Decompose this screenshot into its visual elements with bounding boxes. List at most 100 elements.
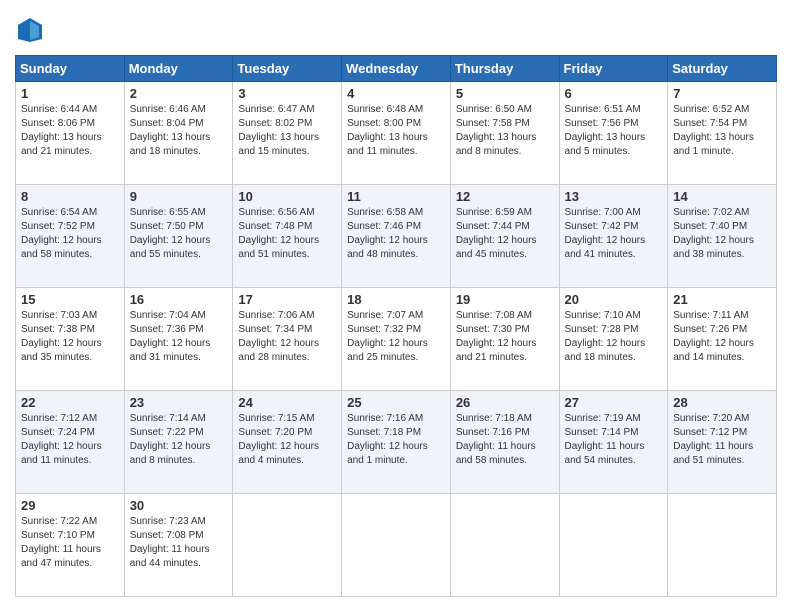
day-cell: 8 Sunrise: 6:54 AM Sunset: 7:52 PM Daylig… bbox=[16, 185, 125, 288]
day-info: Sunrise: 7:08 AM Sunset: 7:30 PM Dayligh… bbox=[456, 309, 554, 365]
day-cell bbox=[450, 494, 559, 597]
week-row-5: 29 Sunrise: 7:22 AM Sunset: 7:10 PM Dayli… bbox=[16, 494, 777, 597]
day-number: 8 bbox=[21, 189, 119, 204]
day-info: Sunrise: 6:55 AM Sunset: 7:50 PM Dayligh… bbox=[130, 206, 228, 262]
day-info: Sunrise: 7:19 AM Sunset: 7:14 PM Dayligh… bbox=[565, 412, 663, 468]
week-row-3: 15 Sunrise: 7:03 AM Sunset: 7:38 PM Dayli… bbox=[16, 288, 777, 391]
day-info: Sunrise: 7:10 AM Sunset: 7:28 PM Dayligh… bbox=[565, 309, 663, 365]
day-info: Sunrise: 7:23 AM Sunset: 7:08 PM Dayligh… bbox=[130, 515, 228, 571]
day-number: 7 bbox=[673, 86, 771, 101]
day-info: Sunrise: 7:00 AM Sunset: 7:42 PM Dayligh… bbox=[565, 206, 663, 262]
day-cell: 15 Sunrise: 7:03 AM Sunset: 7:38 PM Dayli… bbox=[16, 288, 125, 391]
day-number: 20 bbox=[565, 292, 663, 307]
week-row-4: 22 Sunrise: 7:12 AM Sunset: 7:24 PM Dayli… bbox=[16, 391, 777, 494]
day-cell: 20 Sunrise: 7:10 AM Sunset: 7:28 PM Dayli… bbox=[559, 288, 668, 391]
day-cell: 18 Sunrise: 7:07 AM Sunset: 7:32 PM Dayli… bbox=[342, 288, 451, 391]
day-number: 13 bbox=[565, 189, 663, 204]
day-cell: 19 Sunrise: 7:08 AM Sunset: 7:30 PM Dayli… bbox=[450, 288, 559, 391]
day-number: 17 bbox=[238, 292, 336, 307]
day-info: Sunrise: 7:15 AM Sunset: 7:20 PM Dayligh… bbox=[238, 412, 336, 468]
day-number: 4 bbox=[347, 86, 445, 101]
day-number: 11 bbox=[347, 189, 445, 204]
day-cell: 23 Sunrise: 7:14 AM Sunset: 7:22 PM Dayli… bbox=[124, 391, 233, 494]
day-info: Sunrise: 7:07 AM Sunset: 7:32 PM Dayligh… bbox=[347, 309, 445, 365]
weekday-header-thursday: Thursday bbox=[450, 56, 559, 82]
weekday-header-sunday: Sunday bbox=[16, 56, 125, 82]
day-cell: 9 Sunrise: 6:55 AM Sunset: 7:50 PM Daylig… bbox=[124, 185, 233, 288]
weekday-header-friday: Friday bbox=[559, 56, 668, 82]
day-cell: 14 Sunrise: 7:02 AM Sunset: 7:40 PM Dayli… bbox=[668, 185, 777, 288]
day-number: 14 bbox=[673, 189, 771, 204]
day-cell: 1Sunrise: 6:44 AM Sunset: 8:06 PM Daylig… bbox=[16, 82, 125, 185]
day-number: 18 bbox=[347, 292, 445, 307]
day-info: Sunrise: 7:11 AM Sunset: 7:26 PM Dayligh… bbox=[673, 309, 771, 365]
day-cell: 3 Sunrise: 6:47 AM Sunset: 8:02 PM Daylig… bbox=[233, 82, 342, 185]
day-cell: 7 Sunrise: 6:52 AM Sunset: 7:54 PM Daylig… bbox=[668, 82, 777, 185]
day-info: Sunrise: 7:18 AM Sunset: 7:16 PM Dayligh… bbox=[456, 412, 554, 468]
day-number: 9 bbox=[130, 189, 228, 204]
day-number: 3 bbox=[238, 86, 336, 101]
page: SundayMondayTuesdayWednesdayThursdayFrid… bbox=[0, 0, 792, 612]
day-cell: 5 Sunrise: 6:50 AM Sunset: 7:58 PM Daylig… bbox=[450, 82, 559, 185]
day-cell: 25Sunrise: 7:16 AM Sunset: 7:18 PM Dayli… bbox=[342, 391, 451, 494]
day-number: 26 bbox=[456, 395, 554, 410]
weekday-header-wednesday: Wednesday bbox=[342, 56, 451, 82]
day-number: 25 bbox=[347, 395, 445, 410]
day-cell: 26 Sunrise: 7:18 AM Sunset: 7:16 PM Dayli… bbox=[450, 391, 559, 494]
logo bbox=[15, 15, 49, 45]
day-info: Sunrise: 6:58 AM Sunset: 7:46 PM Dayligh… bbox=[347, 206, 445, 262]
weekday-header-tuesday: Tuesday bbox=[233, 56, 342, 82]
day-info: Sunrise: 6:54 AM Sunset: 7:52 PM Dayligh… bbox=[21, 206, 119, 262]
day-cell: 6 Sunrise: 6:51 AM Sunset: 7:56 PM Daylig… bbox=[559, 82, 668, 185]
day-number: 23 bbox=[130, 395, 228, 410]
day-info: Sunrise: 6:50 AM Sunset: 7:58 PM Dayligh… bbox=[456, 103, 554, 159]
day-info: Sunrise: 6:56 AM Sunset: 7:48 PM Dayligh… bbox=[238, 206, 336, 262]
day-cell: 28Sunrise: 7:20 AM Sunset: 7:12 PM Dayli… bbox=[668, 391, 777, 494]
logo-icon bbox=[15, 15, 45, 45]
day-cell bbox=[668, 494, 777, 597]
day-number: 22 bbox=[21, 395, 119, 410]
day-number: 16 bbox=[130, 292, 228, 307]
day-number: 6 bbox=[565, 86, 663, 101]
day-info: Sunrise: 6:48 AM Sunset: 8:00 PM Dayligh… bbox=[347, 103, 445, 159]
day-number: 2 bbox=[130, 86, 228, 101]
day-info: Sunrise: 6:52 AM Sunset: 7:54 PM Dayligh… bbox=[673, 103, 771, 159]
day-cell: 16 Sunrise: 7:04 AM Sunset: 7:36 PM Dayli… bbox=[124, 288, 233, 391]
day-cell: 22 Sunrise: 7:12 AM Sunset: 7:24 PM Dayli… bbox=[16, 391, 125, 494]
day-cell: 13 Sunrise: 7:00 AM Sunset: 7:42 PM Dayli… bbox=[559, 185, 668, 288]
day-cell: 24Sunrise: 7:15 AM Sunset: 7:20 PM Dayli… bbox=[233, 391, 342, 494]
day-cell: 17 Sunrise: 7:06 AM Sunset: 7:34 PM Dayli… bbox=[233, 288, 342, 391]
day-cell: 21 Sunrise: 7:11 AM Sunset: 7:26 PM Dayli… bbox=[668, 288, 777, 391]
header bbox=[15, 15, 777, 45]
day-cell: 12Sunrise: 6:59 AM Sunset: 7:44 PM Dayli… bbox=[450, 185, 559, 288]
weekday-header-row: SundayMondayTuesdayWednesdayThursdayFrid… bbox=[16, 56, 777, 82]
day-number: 10 bbox=[238, 189, 336, 204]
day-cell: 11 Sunrise: 6:58 AM Sunset: 7:46 PM Dayli… bbox=[342, 185, 451, 288]
day-number: 15 bbox=[21, 292, 119, 307]
day-info: Sunrise: 6:51 AM Sunset: 7:56 PM Dayligh… bbox=[565, 103, 663, 159]
day-info: Sunrise: 7:06 AM Sunset: 7:34 PM Dayligh… bbox=[238, 309, 336, 365]
day-number: 12 bbox=[456, 189, 554, 204]
day-cell: 10 Sunrise: 6:56 AM Sunset: 7:48 PM Dayli… bbox=[233, 185, 342, 288]
day-cell: 29 Sunrise: 7:22 AM Sunset: 7:10 PM Dayli… bbox=[16, 494, 125, 597]
day-info: Sunrise: 7:03 AM Sunset: 7:38 PM Dayligh… bbox=[21, 309, 119, 365]
day-info: Sunrise: 7:22 AM Sunset: 7:10 PM Dayligh… bbox=[21, 515, 119, 571]
day-number: 30 bbox=[130, 498, 228, 513]
day-cell: 2Sunrise: 6:46 AM Sunset: 8:04 PM Daylig… bbox=[124, 82, 233, 185]
day-info: Sunrise: 7:14 AM Sunset: 7:22 PM Dayligh… bbox=[130, 412, 228, 468]
day-info: Sunrise: 7:04 AM Sunset: 7:36 PM Dayligh… bbox=[130, 309, 228, 365]
day-info: Sunrise: 7:12 AM Sunset: 7:24 PM Dayligh… bbox=[21, 412, 119, 468]
weekday-header-monday: Monday bbox=[124, 56, 233, 82]
day-number: 5 bbox=[456, 86, 554, 101]
day-number: 21 bbox=[673, 292, 771, 307]
day-cell: 4 Sunrise: 6:48 AM Sunset: 8:00 PM Daylig… bbox=[342, 82, 451, 185]
weekday-header-saturday: Saturday bbox=[668, 56, 777, 82]
day-info: Sunrise: 6:47 AM Sunset: 8:02 PM Dayligh… bbox=[238, 103, 336, 159]
day-cell bbox=[233, 494, 342, 597]
day-number: 29 bbox=[21, 498, 119, 513]
day-cell: 30 Sunrise: 7:23 AM Sunset: 7:08 PM Dayli… bbox=[124, 494, 233, 597]
day-number: 28 bbox=[673, 395, 771, 410]
day-number: 19 bbox=[456, 292, 554, 307]
day-info: Sunrise: 7:02 AM Sunset: 7:40 PM Dayligh… bbox=[673, 206, 771, 262]
day-cell: 27Sunrise: 7:19 AM Sunset: 7:14 PM Dayli… bbox=[559, 391, 668, 494]
